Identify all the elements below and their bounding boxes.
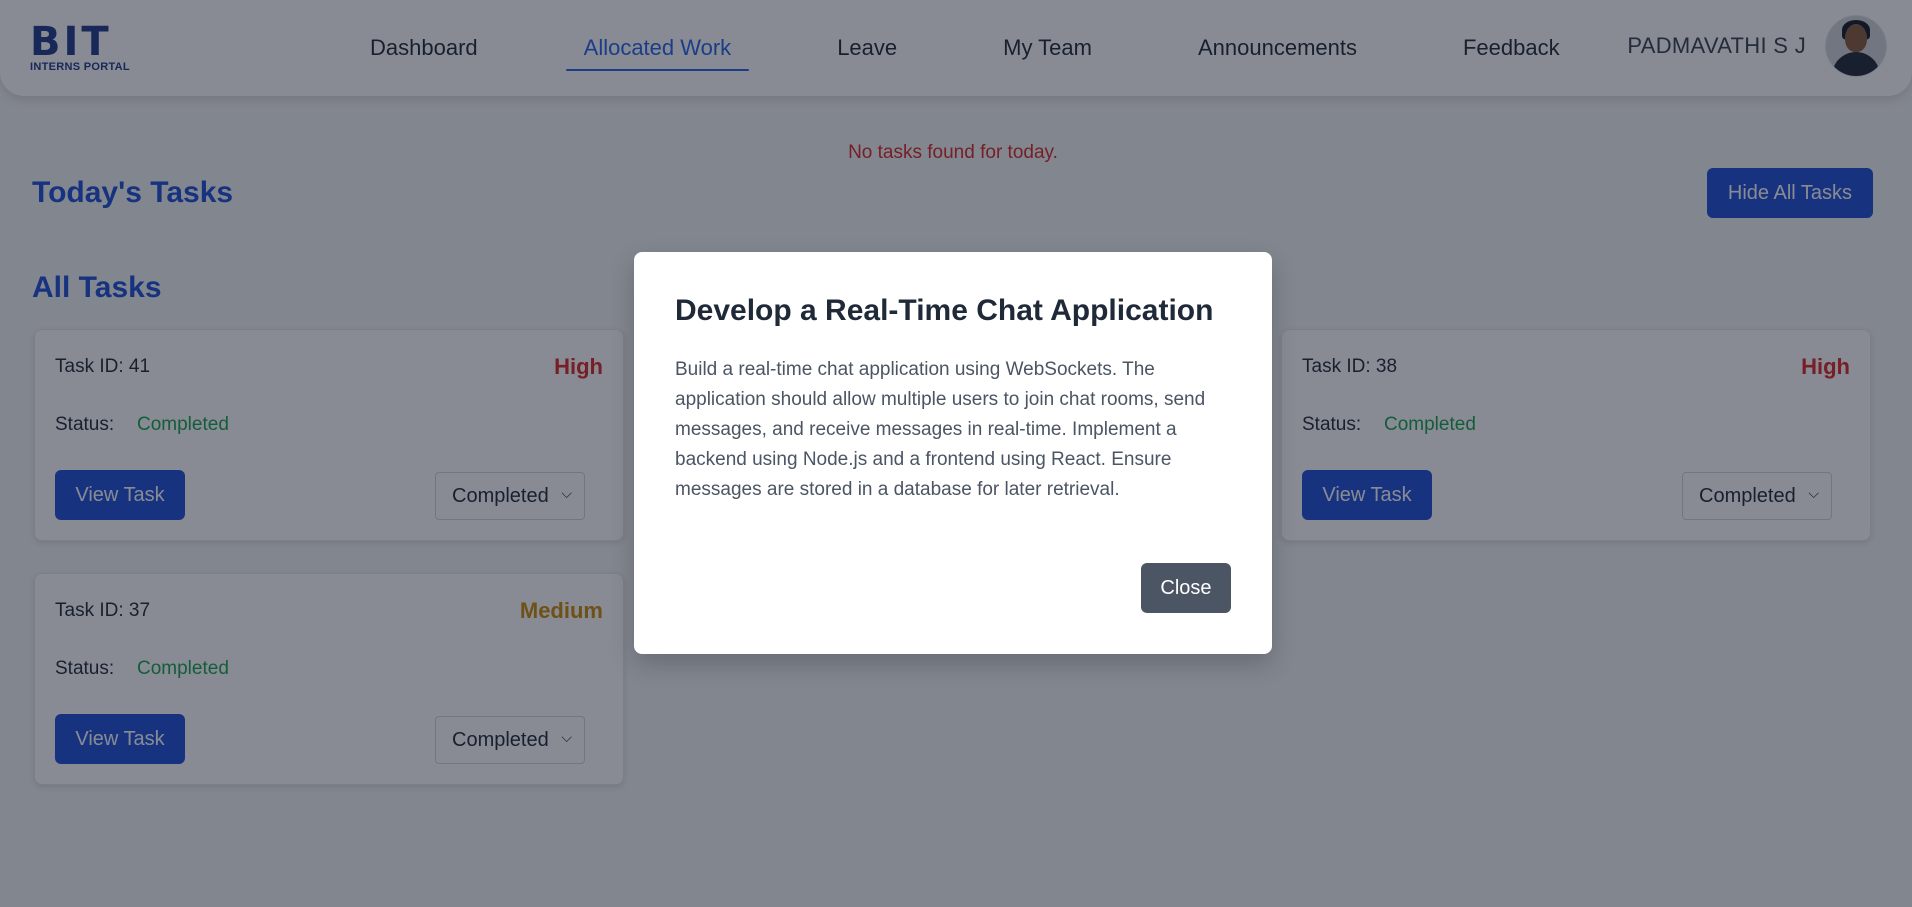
modal-description: Build a real-time chat application using… xyxy=(675,359,1206,500)
close-button[interactable]: Close xyxy=(1141,563,1231,613)
modal-title: Develop a Real-Time Chat Application xyxy=(675,294,1214,327)
task-detail-modal: Develop a Real-Time Chat Application Bui… xyxy=(634,252,1272,654)
